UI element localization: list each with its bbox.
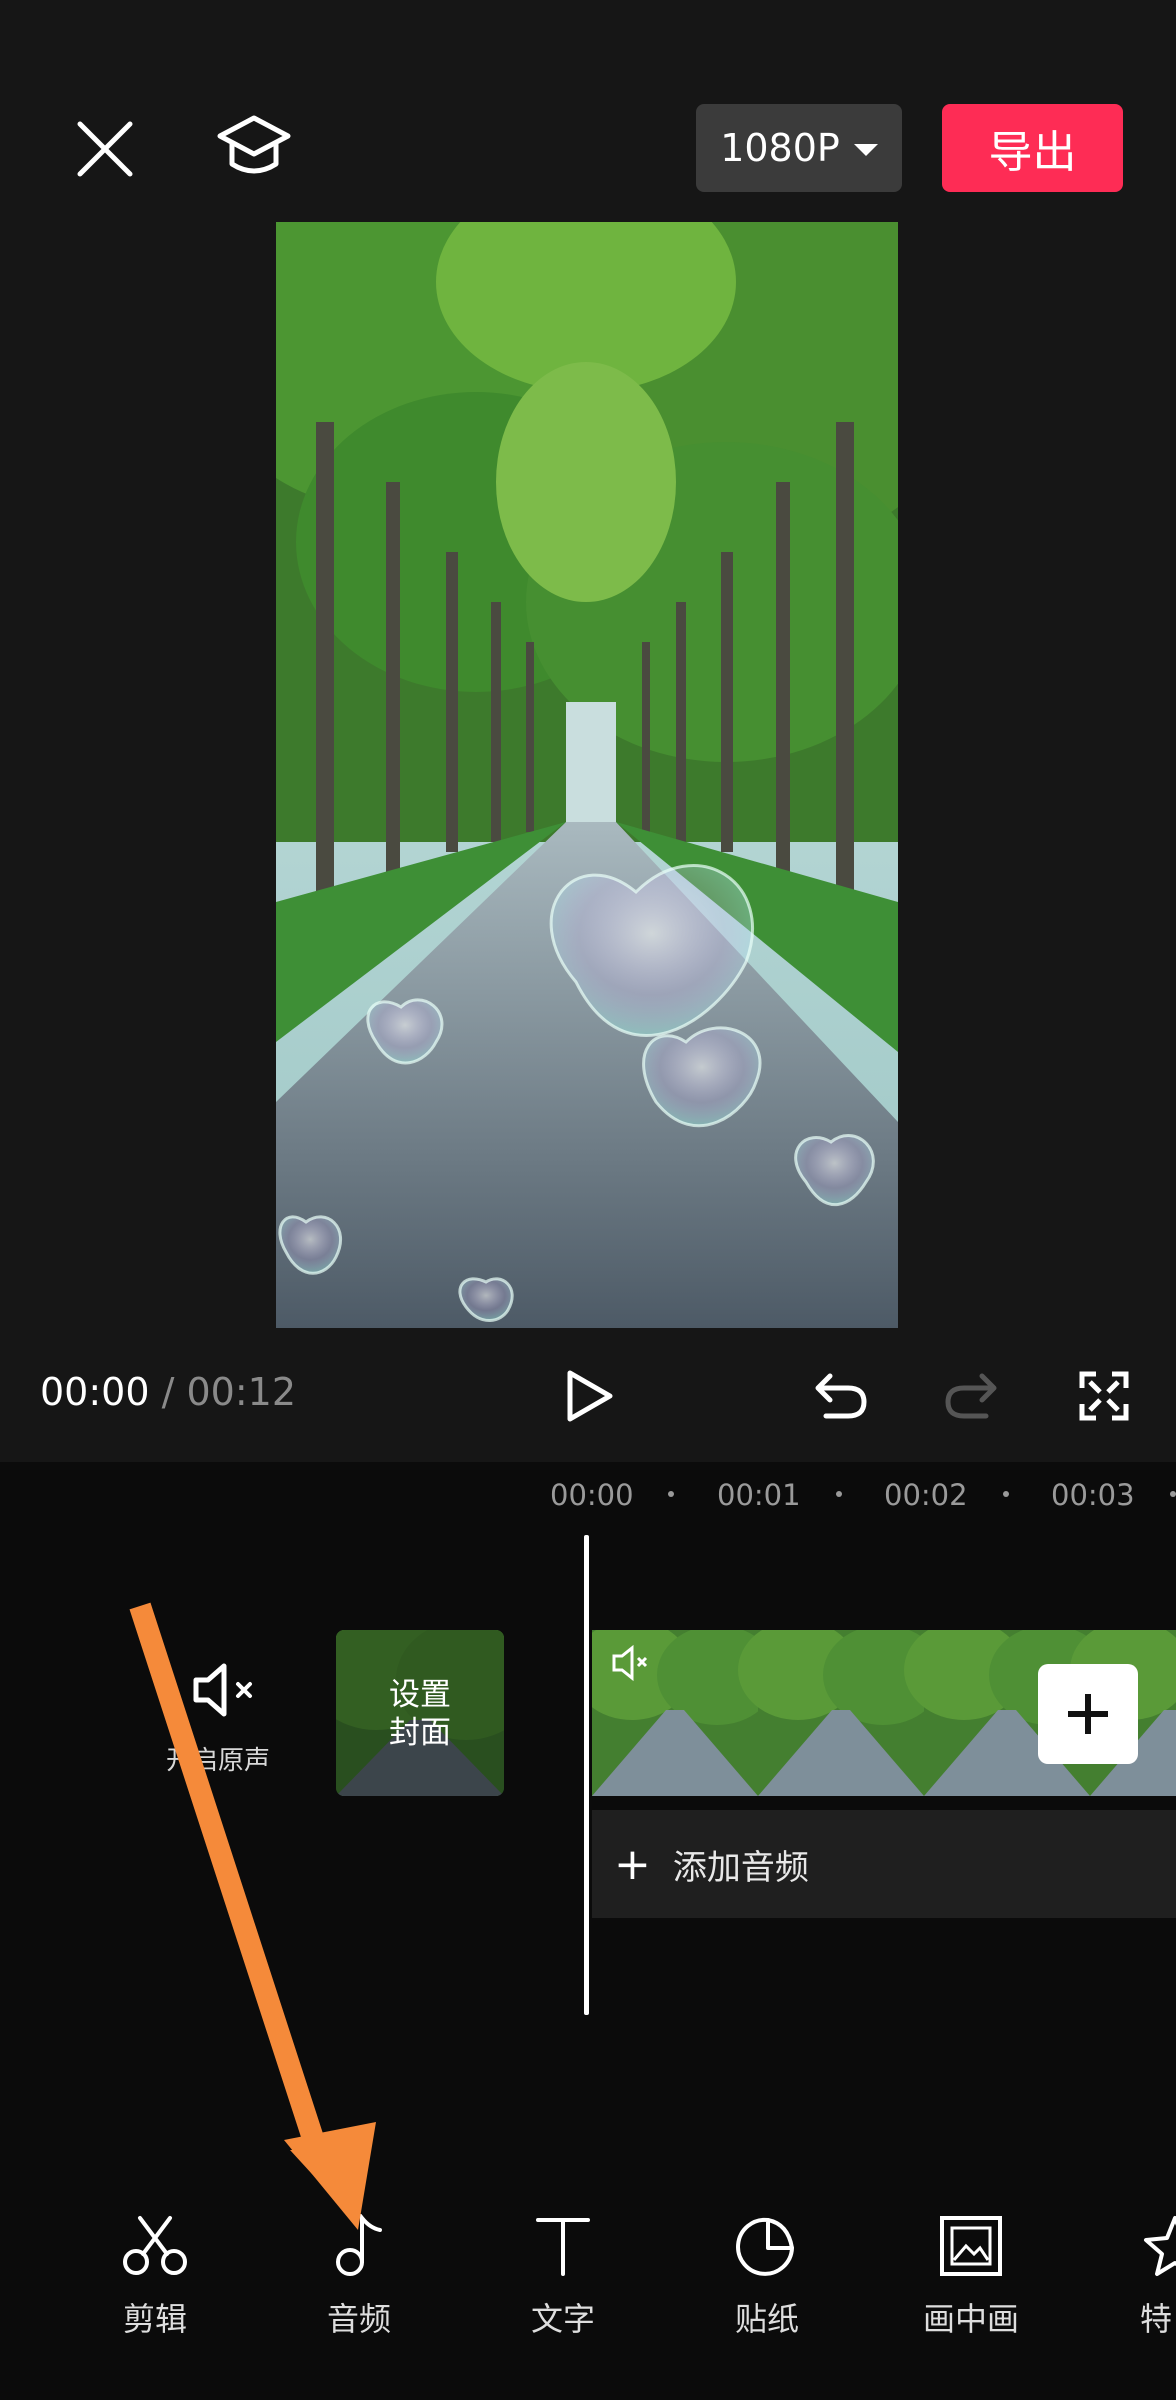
current-time: 00:00 (40, 1370, 150, 1414)
toolbar-label: 画中画 (922, 2300, 1019, 2338)
resolution-label: 1080P (720, 126, 840, 170)
picture-in-picture-icon (940, 2216, 1002, 2276)
close-icon[interactable] (74, 118, 136, 180)
toolbar-item-sticker[interactable]: 贴纸 (702, 2214, 832, 2340)
ruler-dot (668, 1491, 674, 1497)
ruler-dot (1170, 1491, 1176, 1497)
toolbar-item-edit[interactable]: 剪辑 (90, 2214, 220, 2340)
export-label: 导出 (988, 127, 1077, 178)
add-audio-button[interactable]: + 添加音频 (592, 1810, 1176, 1918)
music-note-icon (336, 2214, 382, 2276)
caret-down-icon (853, 144, 878, 156)
ruler-dot (1003, 1491, 1009, 1497)
add-audio-label: 添加音频 (672, 1847, 809, 1888)
resolution-button[interactable]: 1080P (696, 104, 902, 192)
effects-star-icon (1144, 2216, 1176, 2276)
add-clip-button[interactable] (1038, 1664, 1138, 1764)
set-cover-label: 设置 封面 (336, 1676, 504, 1752)
mute-original-button[interactable] (180, 1660, 270, 1720)
set-cover-label-line1: 设置 (389, 1677, 451, 1713)
toolbar-label: 贴纸 (734, 2300, 799, 2338)
playback-time: 00:00 / 00:12 (40, 1370, 296, 1414)
graduation-cap-icon[interactable] (214, 112, 294, 182)
ruler-tick: 00:00 (550, 1478, 634, 1512)
toolbar-item-audio[interactable]: 音频 (294, 2214, 424, 2340)
set-cover-label-line2: 封面 (389, 1715, 451, 1751)
total-time: 00:12 (186, 1370, 296, 1414)
video-preview[interactable] (276, 222, 898, 1328)
undo-icon[interactable] (812, 1370, 868, 1422)
toolbar-label: 文字 (530, 2300, 595, 2338)
ruler-tick: 00:02 (884, 1478, 968, 1512)
toolbar-item-text[interactable]: 文字 (498, 2214, 628, 2340)
toolbar-item-pip[interactable]: 画中画 (906, 2214, 1036, 2340)
redo-icon[interactable] (944, 1370, 1000, 1422)
plus-icon: + (614, 1838, 651, 1890)
export-button[interactable]: 导出 (942, 104, 1123, 192)
ruler-tick: 00:01 (717, 1478, 801, 1512)
toolbar-item-effects[interactable]: 特 (1110, 2214, 1176, 2340)
scissors-icon (123, 2216, 187, 2275)
toolbar-label: 音频 (326, 2300, 391, 2338)
time-separator: / (149, 1370, 187, 1414)
mute-original-label: 开启原声 (166, 1746, 271, 1776)
play-icon[interactable] (562, 1368, 616, 1424)
ruler-dot (836, 1491, 842, 1497)
ruler-tick: 00:03 (1051, 1478, 1135, 1512)
toolbar-label: 特 (1140, 2300, 1173, 2338)
fullscreen-icon[interactable] (1078, 1370, 1130, 1422)
text-icon (536, 2218, 590, 2276)
plus-icon (1068, 1694, 1108, 1734)
playhead[interactable] (584, 1535, 589, 2015)
sticker-icon (736, 2217, 794, 2276)
toolbar-label: 剪辑 (122, 2300, 187, 2338)
